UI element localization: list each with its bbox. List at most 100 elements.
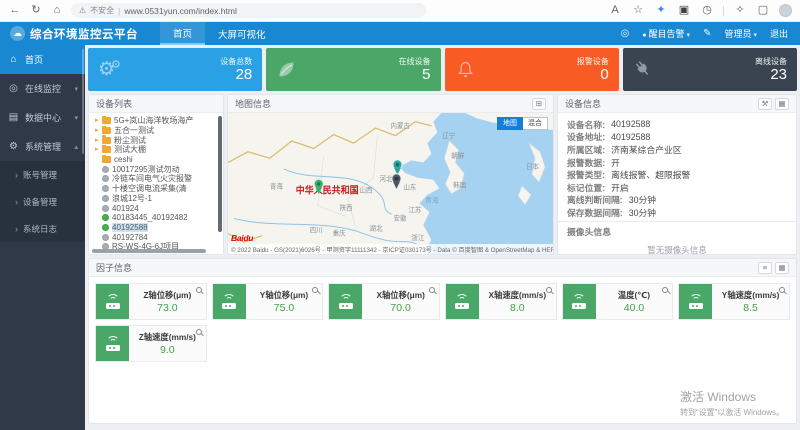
- device-info-panel: 设备信息 ⚒ ▦ 设备名称:40192588 设备地址:40192588 所属区…: [557, 94, 797, 255]
- collections-icon[interactable]: ▢: [756, 5, 770, 16]
- tree-folder[interactable]: ▸5G+岚山海洋牧场海产: [95, 116, 223, 126]
- favorites-icon[interactable]: ☆: [631, 5, 645, 16]
- stat-card-offline[interactable]: 离线设备23: [623, 48, 797, 91]
- device-list-panel: 设备列表 ▸5G+岚山海洋牧场海产 ▸五合一测试 ▸粉尘测试 ▸测试大棚 ▸ce…: [88, 94, 224, 255]
- read-aloud-icon[interactable]: A: [608, 5, 622, 16]
- tree-device[interactable]: 十楼空调电流采集(清: [95, 184, 223, 194]
- magnifier-icon[interactable]: [779, 287, 785, 293]
- sidebar-item-home[interactable]: ⌂ 首页: [0, 45, 85, 74]
- factor-card[interactable]: 温度(℃)40.0: [562, 283, 674, 320]
- device-info-fields: 设备名称:40192588 设备地址:40192588 所属区域:济南某综合产业…: [558, 113, 796, 219]
- map-type-map-button[interactable]: 地图: [497, 117, 523, 130]
- expand-arrow-icon[interactable]: ▸: [95, 137, 102, 144]
- edit-icon[interactable]: ✎: [703, 28, 711, 39]
- factor-card[interactable]: Y轴位移(μm)75.0: [212, 283, 324, 320]
- app-icon[interactable]: ▣: [677, 5, 691, 16]
- info-row: 报警类型:离线报警、超限报警: [567, 168, 787, 181]
- map-type-hybrid-button[interactable]: 混合: [523, 117, 548, 130]
- map-canvas[interactable]: 内蒙古 辽宁 朝鲜 日本 韩国 河北 山西 山东 黄海 陕西 四川 重庆 湖北 …: [228, 113, 553, 254]
- refresh-icon[interactable]: ↻: [29, 5, 43, 16]
- sidebar-item-datacenter[interactable]: ▤ 数据中心 ▾: [0, 103, 85, 132]
- camera-section-title: 摄像头信息: [558, 221, 796, 238]
- factor-card[interactable]: Z轴位移(μm)73.0: [95, 283, 207, 320]
- url-text[interactable]: www.0531yun.com/index.html: [124, 6, 236, 16]
- tree-horizontal-scrollbar[interactable]: [92, 249, 206, 253]
- app-title: 综合环境监控云平台: [30, 26, 138, 42]
- tree-folder[interactable]: ▸ceshi: [95, 155, 223, 165]
- sensor-icon: [446, 284, 479, 319]
- expand-arrow-icon[interactable]: ▸: [95, 117, 102, 124]
- browser-essentials-icon[interactable]: ✧: [733, 5, 747, 16]
- browser-home-icon[interactable]: ⌂: [50, 5, 64, 16]
- tree-device[interactable]: 401924: [95, 203, 223, 213]
- back-icon[interactable]: ←: [8, 5, 22, 16]
- sensor-icon: [213, 284, 246, 319]
- url-separator: |: [118, 6, 120, 16]
- expand-arrow-icon[interactable]: ▸: [95, 127, 102, 134]
- info-row: 离线判断间隔:30分钟: [567, 194, 787, 207]
- map-province-label: 青海: [270, 181, 283, 190]
- factor-card[interactable]: X轴位移(μm)70.0: [328, 283, 440, 320]
- factor-card[interactable]: X轴速度(mm/s)8.0: [445, 283, 557, 320]
- stat-card-total[interactable]: ⚙⚙ 设备总数28: [88, 48, 262, 91]
- screen-capture-icon[interactable]: ◎: [621, 28, 630, 39]
- tree-vertical-scrollbar[interactable]: [218, 116, 222, 232]
- history-icon[interactable]: ◷: [700, 5, 714, 16]
- stat-card-online[interactable]: 在线设备5: [266, 48, 440, 91]
- tree-device[interactable]: 10017295测试勿动: [95, 164, 223, 174]
- sidebar-item-account[interactable]: ›账号管理: [0, 161, 85, 188]
- tree-folder[interactable]: ▸五合一测试: [95, 126, 223, 136]
- info-row: 报警数据:开: [567, 156, 787, 169]
- fullscreen-icon[interactable]: ⊞: [532, 98, 546, 110]
- nav-tab-bigscreen[interactable]: 大屏可视化: [205, 22, 279, 45]
- tree-device-selected[interactable]: 40192588: [95, 223, 223, 233]
- status-dot-icon: [102, 175, 109, 182]
- sidebar-item-monitor[interactable]: ◎ 在线监控 ▾: [0, 74, 85, 103]
- info-row: 保存数据间隔:30分钟: [567, 206, 787, 219]
- sidebar-submenu: ›账号管理 ›设备管理 ›系统日志: [0, 161, 85, 242]
- sidebar-scrollbar[interactable]: [82, 49, 84, 154]
- tree-device[interactable]: 浪城12号-1: [95, 194, 223, 204]
- expand-arrow-icon[interactable]: ▸: [95, 146, 102, 153]
- tree-device[interactable]: 40183445_40192482: [95, 213, 223, 223]
- magnifier-icon[interactable]: [429, 287, 435, 293]
- profile-avatar[interactable]: [779, 4, 792, 17]
- tree-folder[interactable]: ▸粉尘测试: [95, 135, 223, 145]
- grid-view-icon[interactable]: ▦: [775, 262, 789, 274]
- china-map[interactable]: 内蒙古 辽宁 朝鲜 日本 韩国 河北 山西 山东 黄海 陕西 四川 重庆 湖北 …: [228, 113, 553, 254]
- extension-icon[interactable]: ✦: [654, 5, 668, 16]
- magnifier-icon[interactable]: [312, 287, 318, 293]
- alert-mode-dropdown[interactable]: ●醒目告警▾: [642, 27, 690, 40]
- logout-button[interactable]: 退出: [770, 27, 788, 40]
- address-bar[interactable]: ⚠ 不安全 | www.0531yun.com/index.html: [71, 3, 426, 18]
- magnifier-icon[interactable]: [196, 287, 202, 293]
- map-province-label: 河北: [380, 175, 393, 183]
- list-view-icon[interactable]: ≡: [758, 262, 772, 274]
- tree-device[interactable]: 40192784: [95, 232, 223, 242]
- main-content: ⚙⚙ 设备总数28 在线设备5 报警设备0 离线设备23: [85, 45, 800, 430]
- tree-folder[interactable]: ▸测试大棚: [95, 145, 223, 155]
- sidebar-item-device[interactable]: ›设备管理: [0, 188, 85, 215]
- sensor-icon: [96, 284, 129, 319]
- magnifier-icon[interactable]: [662, 287, 668, 293]
- stat-card-alarm[interactable]: 报警设备0: [445, 48, 619, 91]
- map-province-label: 内蒙古: [391, 121, 411, 130]
- sidebar-item-log[interactable]: ›系统日志: [0, 215, 85, 242]
- factor-card[interactable]: Y轴速度(mm/s)8.5: [678, 283, 790, 320]
- gear-icon: ⚙: [8, 141, 19, 152]
- baidu-logo: Baidu: [231, 233, 253, 243]
- factor-card[interactable]: Z轴速度(mm/s)9.0: [95, 325, 207, 362]
- table-icon[interactable]: ▦: [775, 98, 789, 110]
- map-province-label: 重庆: [333, 228, 346, 237]
- chevron-right-icon: ›: [15, 170, 18, 180]
- warning-icon[interactable]: ⚠: [79, 6, 86, 15]
- magnifier-icon[interactable]: [196, 329, 202, 335]
- sidebar-item-system[interactable]: ⚙ 系统管理 ▴: [0, 132, 85, 161]
- tree-device[interactable]: 冷链车间电气火灾报警: [95, 174, 223, 184]
- magnifier-icon[interactable]: [546, 287, 552, 293]
- plug-icon: [633, 59, 654, 80]
- maintenance-icon[interactable]: ⚒: [758, 98, 772, 110]
- map-province-label: 辽宁: [442, 130, 455, 139]
- nav-tab-home[interactable]: 首页: [160, 22, 205, 45]
- user-dropdown[interactable]: 管理员▾: [724, 27, 757, 40]
